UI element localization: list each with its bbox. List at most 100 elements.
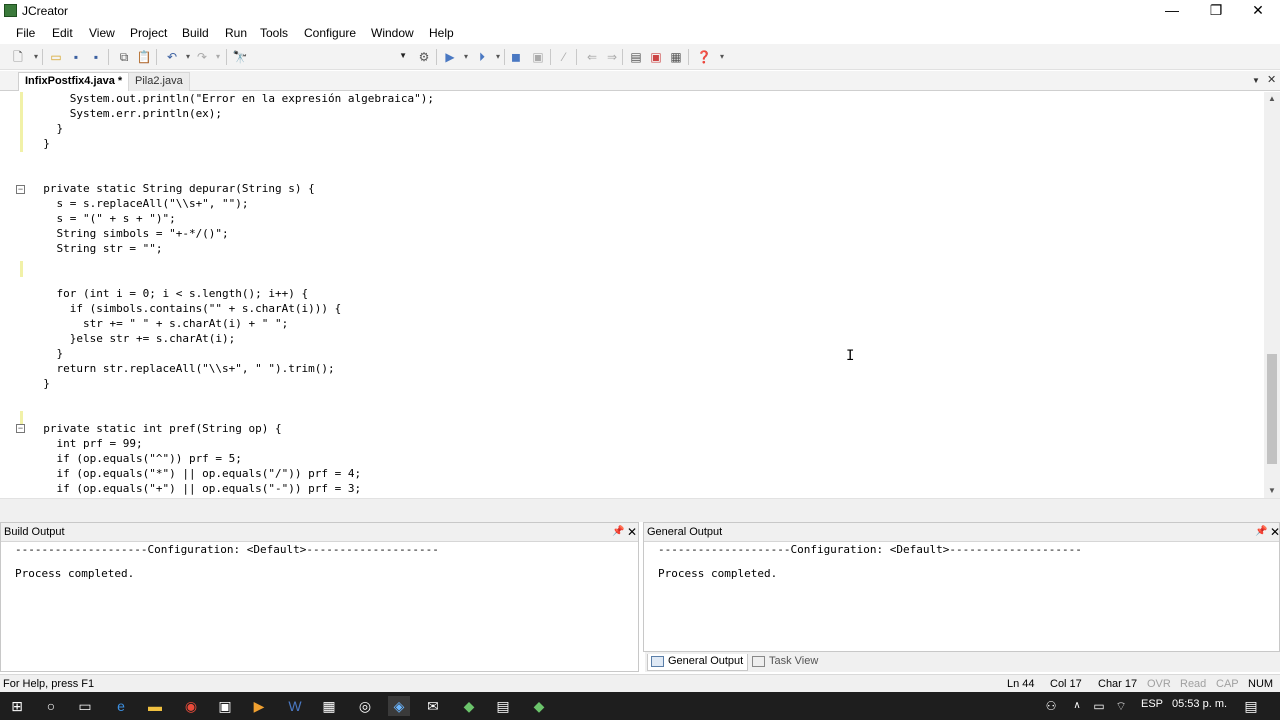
toolbar-separator xyxy=(226,49,227,65)
store-icon[interactable]: ▣ xyxy=(214,696,236,716)
tab-pila2[interactable]: Pila2.java xyxy=(128,72,190,91)
redo-dropdown-icon[interactable]: ▾ xyxy=(210,49,226,65)
undo-icon[interactable]: ↶ xyxy=(164,49,180,65)
copy-icon[interactable]: ⧉ xyxy=(116,49,132,65)
tab-task-view[interactable]: Task View xyxy=(749,654,822,671)
settings-icon[interactable]: ◎ xyxy=(354,696,376,716)
wifi-icon[interactable]: ⌔ xyxy=(1110,696,1132,716)
menu-help[interactable]: Help xyxy=(429,26,454,40)
general-output-hscroll[interactable] xyxy=(644,639,1279,651)
output-tabs: General Output Task View xyxy=(645,652,1280,672)
code-line: return str.replaceAll("\\s+", " ").trim(… xyxy=(30,362,335,375)
tray-chevron-up-icon[interactable]: ∧ xyxy=(1066,696,1088,716)
chrome-icon[interactable]: ◉ xyxy=(180,696,202,716)
chevron-down-icon: ▼ xyxy=(399,51,407,60)
clock[interactable]: 05:53 p. m. xyxy=(1172,698,1227,710)
tab-infixpostfix4[interactable]: InfixPostfix4.java * xyxy=(18,72,130,91)
find-icon[interactable]: 🔭 xyxy=(232,49,248,65)
window-icon[interactable]: ▤ xyxy=(628,49,644,65)
maximize-button[interactable]: ❐ xyxy=(1194,0,1238,22)
open-icon[interactable]: ▭ xyxy=(48,49,64,65)
menu-run[interactable]: Run xyxy=(225,26,247,40)
tab-list-chevron-icon[interactable]: ▼ xyxy=(1252,76,1260,85)
general-output-title: General Output xyxy=(647,526,723,538)
build-output-hscroll[interactable] xyxy=(1,659,638,671)
scroll-down-icon[interactable]: ▼ xyxy=(1264,484,1280,498)
window-all-icon[interactable]: ▦ xyxy=(668,49,684,65)
run-dropdown-icon[interactable]: ▾ xyxy=(458,49,474,65)
config-combo[interactable]: ▼ xyxy=(254,49,410,66)
build-output-panel: Build Output 📌 ✕ --------------------Con… xyxy=(0,522,639,672)
pane-splitter[interactable] xyxy=(0,514,1280,522)
file-explorer-icon[interactable]: ▬ xyxy=(144,696,166,716)
menu-tools[interactable]: Tools xyxy=(260,26,288,40)
menu-edit[interactable]: Edit xyxy=(52,26,73,40)
code-editor[interactable]: − − System.out.println("Error en la expr… xyxy=(0,92,1264,498)
toolbar-overflow-icon[interactable]: ▾ xyxy=(714,49,730,65)
menu-configure[interactable]: Configure xyxy=(304,26,356,40)
pin-icon[interactable]: 📌 xyxy=(1255,526,1267,537)
task-view-icon[interactable]: ▭ xyxy=(74,696,96,716)
editor-horizontal-scrollbar[interactable] xyxy=(0,498,1280,514)
mail-icon[interactable]: ✉ xyxy=(422,696,444,716)
code-line: System.out.println("Error en la expresió… xyxy=(30,92,434,105)
toolbar-separator xyxy=(688,49,689,65)
output-window-icon xyxy=(651,656,664,667)
menu-file[interactable]: File xyxy=(16,26,35,40)
toolbar-separator xyxy=(108,49,109,65)
toggle-comment-icon[interactable]: ⁄ xyxy=(556,49,572,65)
calendar-icon[interactable]: ▦ xyxy=(318,696,340,716)
people-icon[interactable]: ⚇ xyxy=(1040,696,1062,716)
scrollbar-thumb[interactable] xyxy=(1267,354,1277,464)
fold-toggle-icon[interactable]: − xyxy=(16,424,25,433)
tab-close-icon[interactable]: ✕ xyxy=(1267,73,1276,86)
word-icon[interactable]: W xyxy=(284,696,306,716)
close-icon[interactable]: ✕ xyxy=(627,525,637,539)
windows-start-icon[interactable]: ⊞ xyxy=(6,696,28,716)
menu-window[interactable]: Window xyxy=(371,26,414,40)
app-icon[interactable]: ◆ xyxy=(458,696,480,716)
language-indicator[interactable]: ESP xyxy=(1141,698,1163,710)
media-player-icon[interactable]: ▶ xyxy=(248,696,270,716)
editor-vertical-scrollbar[interactable]: ▲ ▼ xyxy=(1264,92,1280,498)
notifications-icon[interactable]: ▤ xyxy=(1240,696,1262,716)
menu-view[interactable]: View xyxy=(89,26,115,40)
redo-icon[interactable]: ↷ xyxy=(194,49,210,65)
scroll-up-icon[interactable]: ▲ xyxy=(1264,92,1280,106)
code-line: } xyxy=(30,122,64,135)
app-window-icon[interactable]: ▤ xyxy=(492,696,514,716)
step-icon[interactable]: ▣ xyxy=(530,49,546,65)
jcreator-taskbar-icon[interactable]: ◈ xyxy=(388,696,410,716)
edge-browser-icon[interactable]: e xyxy=(110,696,132,716)
save-all-icon[interactable]: ▪ xyxy=(88,49,104,65)
close-button[interactable]: ✕ xyxy=(1236,0,1280,22)
build-output-vscroll[interactable] xyxy=(626,542,638,660)
search-icon[interactable]: ○ xyxy=(40,696,62,716)
text-cursor-icon: I xyxy=(846,348,855,364)
forward-icon[interactable]: ⇒ xyxy=(604,49,620,65)
run-icon[interactable]: ▶ xyxy=(442,49,458,65)
window-close-icon[interactable]: ▣ xyxy=(648,49,664,65)
editor-gutter: − − xyxy=(0,92,25,498)
compile-project-icon[interactable]: ⚙ xyxy=(416,49,432,65)
back-icon[interactable]: ⇐ xyxy=(584,49,600,65)
pin-icon[interactable]: 📌 xyxy=(612,526,624,537)
tab-general-output[interactable]: General Output xyxy=(647,654,749,671)
app-icon-2[interactable]: ◆ xyxy=(528,696,550,716)
change-marker xyxy=(20,92,23,152)
minimize-button[interactable]: — xyxy=(1150,0,1194,22)
toolbar: 🗋 ▾ ▭ ▪ ▪ ⧉ 📋 ↶ ▾ ↷ ▾ 🔭 ▼ ⚙ ▶ ▾ ⏵ ▾ ◼ ▣ … xyxy=(0,44,1280,70)
paste-icon[interactable]: 📋 xyxy=(136,49,152,65)
new-file-icon[interactable]: 🗋 xyxy=(10,49,26,65)
debug-icon[interactable]: ⏵ xyxy=(474,49,490,65)
battery-icon[interactable]: ▭ xyxy=(1088,696,1110,716)
help-icon[interactable]: ❓ xyxy=(696,49,712,65)
close-icon[interactable]: ✕ xyxy=(1270,525,1280,539)
fold-toggle-icon[interactable]: − xyxy=(16,185,25,194)
build-config-line: --------------------Configuration: <Defa… xyxy=(15,543,439,556)
menu-build[interactable]: Build xyxy=(182,26,209,40)
stop-icon[interactable]: ◼ xyxy=(508,49,524,65)
tab-task-view-label: Task View xyxy=(769,655,819,667)
menu-project[interactable]: Project xyxy=(130,26,167,40)
save-icon[interactable]: ▪ xyxy=(68,49,84,65)
